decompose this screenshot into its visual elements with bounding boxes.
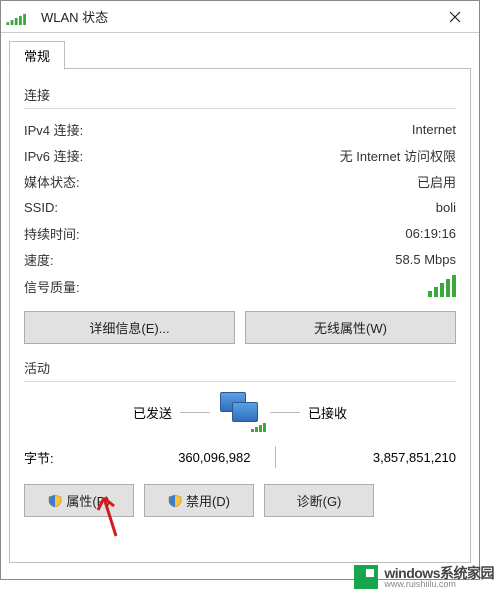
network-monitor-icon (214, 392, 266, 432)
duration-label: 持续时间: (24, 224, 134, 243)
watermark-brand: windows系统家园 (384, 566, 494, 580)
row-duration: 持续时间: 06:19:16 (24, 223, 456, 243)
properties-button-label: 属性(P) (66, 491, 109, 510)
shield-icon (48, 494, 62, 508)
connection-buttons: 详细信息(E)... 无线属性(W) (24, 311, 456, 344)
disable-button-label: 禁用(D) (186, 491, 230, 510)
row-ipv4: IPv4 连接: Internet (24, 119, 456, 139)
activity-header: 已发送 已接收 (24, 392, 456, 432)
wlan-status-window: WLAN 状态 常规 连接 IPv4 连接: Internet IPv6 连接:… (0, 0, 480, 580)
properties-button[interactable]: 属性(P) (24, 484, 134, 517)
divider (24, 108, 456, 109)
titlebar: WLAN 状态 (1, 1, 479, 33)
window-title: WLAN 状态 (41, 7, 435, 26)
sent-label: 已发送 (133, 403, 172, 422)
wireless-properties-button[interactable]: 无线属性(W) (245, 311, 456, 344)
tab-general[interactable]: 常规 (9, 41, 65, 70)
activity-buttons: 属性(P) 禁用(D) 诊断(G) (24, 484, 456, 517)
bytes-row: 字节: 360,096,982 3,857,851,210 (24, 446, 456, 468)
tab-panel: 连接 IPv4 连接: Internet IPv6 连接: 无 Internet… (9, 69, 471, 563)
close-button[interactable] (435, 3, 475, 31)
ssid-label: SSID: (24, 200, 134, 215)
activity-sent-arm: 已发送 (24, 403, 210, 422)
ssid-value: boli (134, 200, 456, 215)
divider (24, 381, 456, 382)
row-speed: 速度: 58.5 Mbps (24, 249, 456, 269)
ipv4-value: Internet (134, 122, 456, 137)
activity-recv-arm: 已接收 (270, 403, 456, 422)
connection-section-head: 连接 (24, 85, 456, 104)
row-ipv6: IPv6 连接: 无 Internet 访问权限 (24, 145, 456, 165)
watermark: windows系统家园 www.ruishiilu.com (354, 565, 494, 589)
watermark-text: windows系统家园 www.ruishiilu.com (384, 566, 494, 589)
speed-label: 速度: (24, 250, 134, 269)
signal-value (134, 275, 456, 297)
media-label: 媒体状态: (24, 172, 134, 191)
ipv6-label: IPv6 连接: (24, 146, 134, 165)
diagnose-button[interactable]: 诊断(G) (264, 484, 374, 517)
signal-bars-icon (426, 275, 456, 297)
row-ssid: SSID: boli (24, 197, 456, 217)
bytes-sent-value: 360,096,982 (94, 450, 251, 465)
speed-value: 58.5 Mbps (134, 252, 456, 267)
ipv6-value: 无 Internet 访问权限 (134, 146, 456, 165)
disable-button[interactable]: 禁用(D) (144, 484, 254, 517)
bytes-received-value: 3,857,851,210 (300, 450, 457, 465)
row-media: 媒体状态: 已启用 (24, 171, 456, 191)
row-signal: 信号质量: (24, 275, 456, 297)
ipv4-label: IPv4 连接: (24, 120, 134, 139)
tabstrip: 常规 (9, 41, 471, 69)
dash-line (180, 412, 210, 413)
media-value: 已启用 (134, 172, 456, 191)
signal-label: 信号质量: (24, 277, 134, 296)
shield-icon (168, 494, 182, 508)
dash-line (270, 412, 300, 413)
wifi-icon (5, 9, 35, 25)
watermark-logo-icon (354, 565, 378, 589)
close-icon (449, 11, 461, 23)
duration-value: 06:19:16 (134, 226, 456, 241)
received-label: 已接收 (308, 403, 347, 422)
bytes-label: 字节: (24, 448, 94, 467)
details-button[interactable]: 详细信息(E)... (24, 311, 235, 344)
tab-underline (9, 68, 471, 69)
watermark-url: www.ruishiilu.com (384, 580, 494, 589)
activity-section-head: 活动 (24, 358, 456, 377)
vertical-separator (275, 446, 276, 468)
